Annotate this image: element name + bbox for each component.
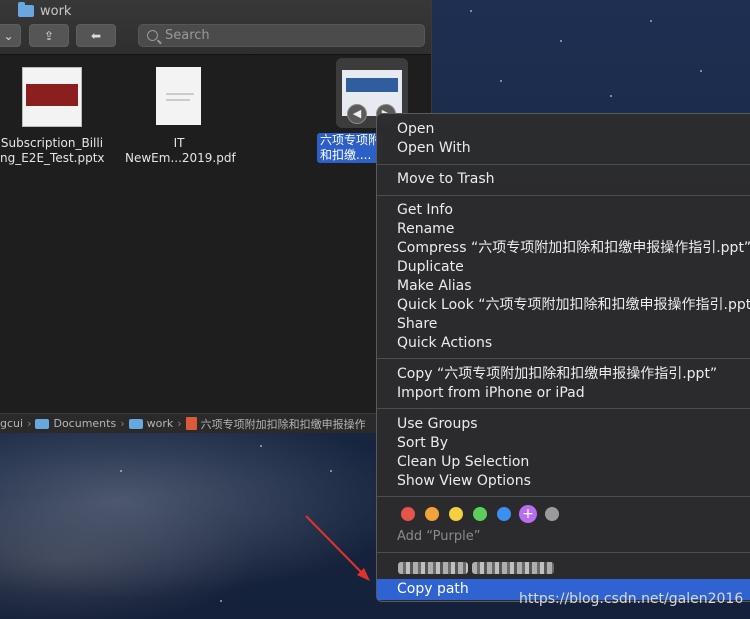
folder-icon: [18, 2, 34, 17]
context-menu: Open Open With Move to Trash Get Info Re…: [376, 113, 750, 602]
tag-red[interactable]: [401, 507, 415, 521]
menu-item-make-alias[interactable]: Make Alias: [397, 277, 472, 296]
tag-icon: ⬅: [90, 28, 102, 43]
menu-item-open-with[interactable]: Open With: [397, 139, 471, 158]
path-separator: ›: [120, 417, 125, 430]
menu-item-show-view-options[interactable]: Show View Options: [397, 472, 531, 491]
search-placeholder: Search: [165, 28, 210, 43]
path-separator: ›: [177, 417, 182, 430]
share-icon: ⇪: [43, 28, 55, 43]
path-file[interactable]: 六项专项附加扣除和扣缴申报操作: [201, 416, 366, 432]
file-label-subscription[interactable]: Subscription_Billi ng_E2E_Test.pptx: [0, 136, 105, 166]
file-label-selected[interactable]: 六项专项附 和扣缴....: [317, 133, 384, 163]
pptx-thumbnail[interactable]: [22, 67, 82, 127]
window-title-label: work: [40, 3, 72, 19]
folder-icon: [35, 418, 50, 429]
finder-toolbar: work ⌄ ⇪ ⬅ Search: [0, 0, 431, 55]
menu-item-import-iphone[interactable]: Import from iPhone or iPad: [397, 384, 585, 403]
menu-item-move-to-trash[interactable]: Move to Trash: [397, 170, 495, 189]
menu-separator: [377, 358, 750, 359]
menu-separator: [377, 552, 750, 553]
menu-separator: [377, 496, 750, 497]
menu-item-open[interactable]: Open: [397, 120, 434, 139]
tag-gray[interactable]: [545, 507, 559, 521]
blurred-menu-text: [472, 562, 554, 574]
preview-prev-icon[interactable]: ◀: [347, 104, 367, 124]
menu-item-duplicate[interactable]: Duplicate: [397, 258, 464, 277]
menu-item-get-info[interactable]: Get Info: [397, 201, 453, 220]
menu-item-share[interactable]: Share: [397, 315, 437, 334]
tag-blue[interactable]: [497, 507, 511, 521]
menu-item-clean-up[interactable]: Clean Up Selection: [397, 453, 529, 472]
path-user[interactable]: gcui: [0, 417, 23, 430]
menu-item-use-groups[interactable]: Use Groups: [397, 415, 478, 434]
search-field[interactable]: Search: [138, 24, 425, 47]
watermark: https://blog.csdn.net/galen2016: [519, 591, 744, 607]
share-button[interactable]: ⇪: [29, 24, 69, 47]
ppt-file-icon: [185, 417, 197, 430]
path-bar: gcui › Documents › work › 六项专项附加扣除和扣缴申报操…: [0, 413, 431, 433]
menu-item-quick-look[interactable]: Quick Look “六项专项附加扣除和扣缴申报操作指引.ppt”: [397, 296, 750, 315]
menu-item-copy-path[interactable]: Copy path: [397, 580, 469, 599]
path-documents[interactable]: Documents: [53, 417, 116, 430]
search-icon: [147, 30, 158, 41]
menu-item-quick-actions[interactable]: Quick Actions: [397, 334, 492, 353]
file-label-it-newem[interactable]: IT NewEm...2019.pdf: [125, 136, 236, 166]
window-title: work: [18, 2, 71, 20]
menu-separator: [377, 195, 750, 196]
tag-purple-add[interactable]: +: [519, 505, 537, 523]
path-work[interactable]: work: [147, 417, 174, 430]
menu-item-add-tag[interactable]: Add “Purple”: [397, 527, 480, 546]
tag-green[interactable]: [473, 507, 487, 521]
menu-item-copy[interactable]: Copy “六项专项附加扣除和扣缴申报操作指引.ppt”: [397, 365, 717, 384]
tag-orange[interactable]: [425, 507, 439, 521]
menu-item-sort-by[interactable]: Sort By: [397, 434, 448, 453]
menu-separator: [377, 408, 750, 409]
chevron-down-icon: ⌄: [3, 28, 14, 43]
tags-button[interactable]: ⬅: [76, 24, 116, 47]
menu-separator: [377, 164, 750, 165]
tag-yellow[interactable]: [449, 507, 463, 521]
menu-item-rename[interactable]: Rename: [397, 220, 454, 239]
finder-window: work ⌄ ⇪ ⬅ Search Subscription_Billi ng_…: [0, 0, 432, 433]
folder-icon: [128, 418, 143, 429]
view-options-button[interactable]: ⌄: [0, 24, 21, 47]
menu-item-compress[interactable]: Compress “六项专项附加扣除和扣缴申报操作指引.ppt”: [397, 239, 750, 258]
path-separator: ›: [27, 417, 32, 430]
blurred-menu-text: [398, 562, 468, 574]
pdf-thumbnail[interactable]: [156, 67, 201, 125]
